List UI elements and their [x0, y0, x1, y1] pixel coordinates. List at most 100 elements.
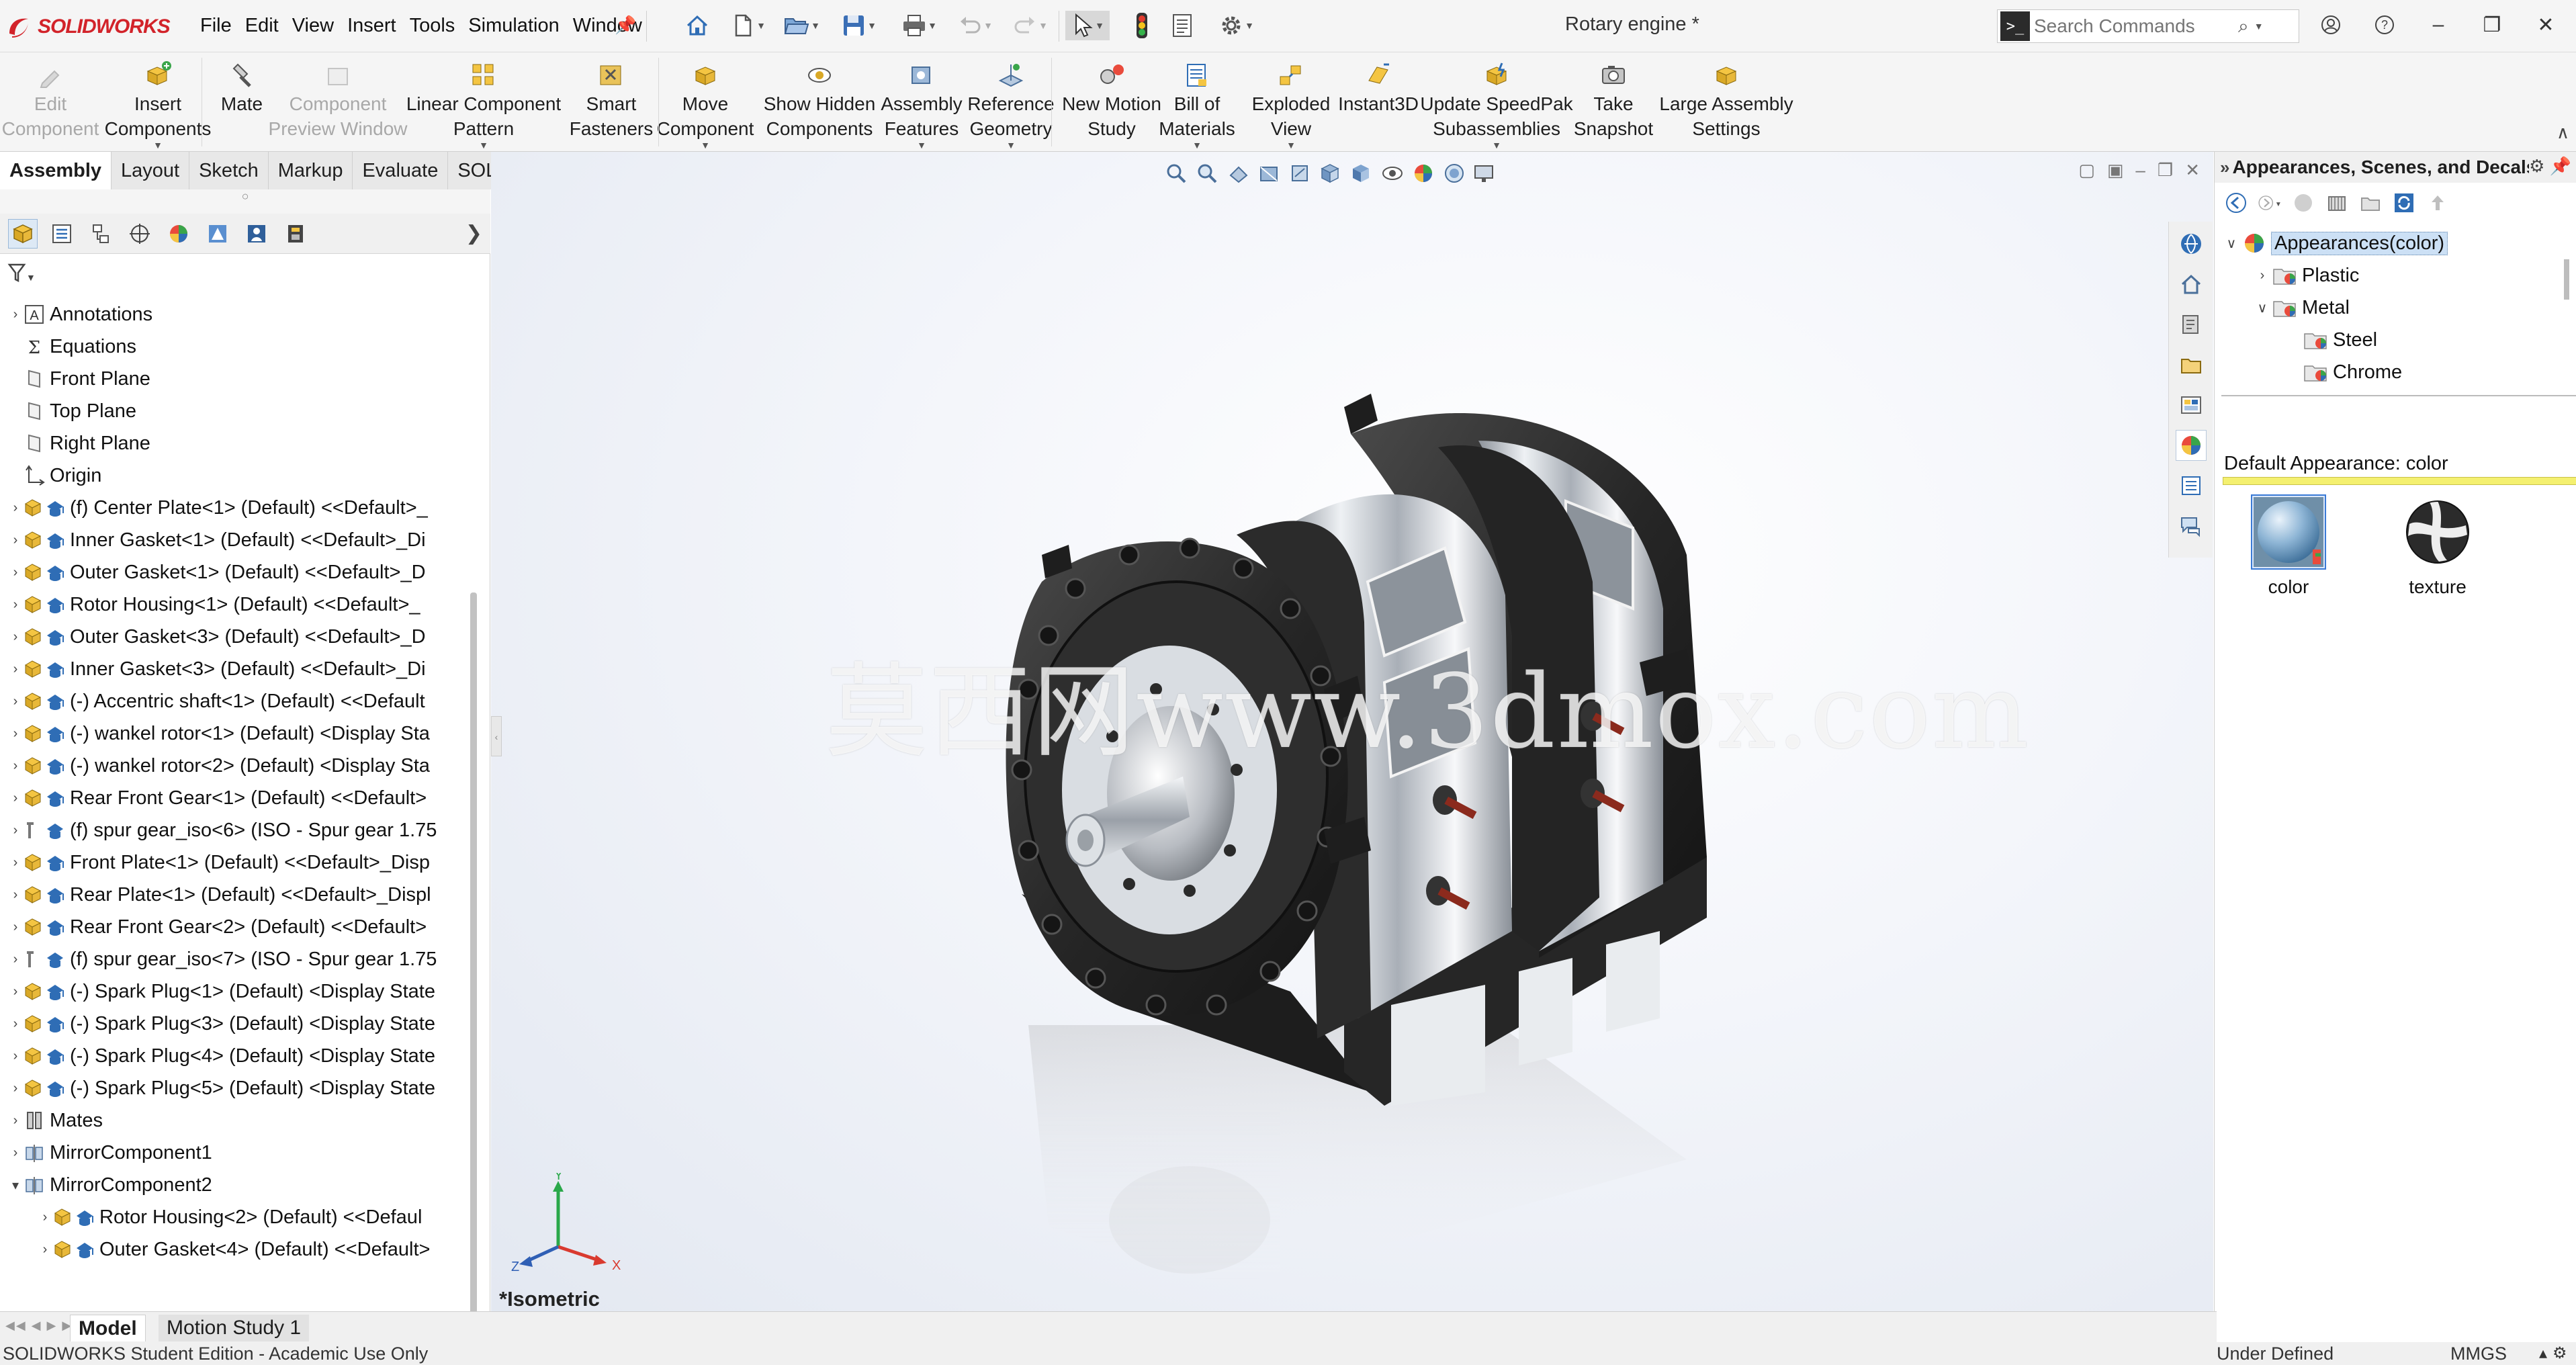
menu-file[interactable]: File: [193, 12, 238, 40]
hide-show-items-icon[interactable]: [1379, 160, 1406, 187]
new-document-icon[interactable]: ▼: [725, 11, 770, 40]
solidworks-resources-icon[interactable]: [2176, 228, 2207, 259]
view-settings-icon[interactable]: [1472, 160, 1499, 187]
view-orientation-icon[interactable]: [1317, 160, 1344, 187]
user-account-icon[interactable]: [2311, 8, 2351, 42]
tree-item[interactable]: ▾ MirrorComponent2: [8, 1169, 212, 1201]
command-dropdown-icon[interactable]: ▼: [479, 140, 488, 150]
tab-sketch[interactable]: Sketch: [189, 152, 269, 189]
command-preview-window[interactable]: Component Preview Window: [269, 52, 407, 152]
display-style-icon[interactable]: [1348, 160, 1375, 187]
bottom-tab-model[interactable]: Model: [70, 1315, 146, 1341]
viewport-restore-icon[interactable]: ❐: [2158, 160, 2173, 181]
status-settings-icon[interactable]: ⚙: [2552, 1344, 2567, 1363]
search-commands[interactable]: >_ ⌕ ▼: [1997, 9, 2299, 43]
file-properties-icon[interactable]: [1169, 11, 1196, 40]
appearance-tree-item[interactable]: ∨ Metal: [2252, 292, 2350, 324]
command-dropdown-icon[interactable]: ▼: [701, 140, 710, 150]
forum-icon[interactable]: [2176, 511, 2207, 541]
swatch-texture[interactable]: texture: [2391, 494, 2485, 598]
tree-item[interactable]: › (f) spur gear_iso<7> (ISO - Spur gear 1…: [8, 943, 437, 975]
command-dropdown-icon[interactable]: ▼: [1286, 140, 1296, 150]
help-icon[interactable]: ?: [2364, 8, 2405, 42]
forward-icon[interactable]: ▼: [2258, 191, 2282, 215]
edit-appearance-icon[interactable]: [1410, 160, 1437, 187]
expand-arrow-icon[interactable]: ›: [8, 597, 23, 613]
tree-item[interactable]: ›Inner Gasket<4> (Default) <<Default>: [38, 1266, 426, 1273]
expand-arrow-icon[interactable]: ∨: [2221, 235, 2241, 252]
tree-item[interactable]: › MirrorComponent1: [8, 1137, 212, 1169]
tab-layout[interactable]: Layout: [112, 152, 190, 189]
tree-item[interactable]: › Rear Plate<1> (Default) <<Default>_Disp…: [8, 879, 431, 911]
command-linear-pattern[interactable]: Linear Component Pattern ▼: [403, 52, 564, 152]
tree-item[interactable]: › (-) wankel rotor<1> (Default) <Display …: [8, 717, 430, 750]
restore-window-icon[interactable]: ❐: [2472, 8, 2512, 42]
back-icon[interactable]: [2224, 191, 2248, 215]
expand-arrow-icon[interactable]: ›: [8, 984, 23, 1000]
custom-properties-icon[interactable]: [2176, 470, 2207, 501]
menu-insert[interactable]: Insert: [341, 12, 403, 40]
tree-item[interactable]: › Inner Gasket<1> (Default) <<Default>_Di: [8, 524, 426, 556]
panel-splitter[interactable]: ○: [0, 189, 490, 214]
viewport-split-icon[interactable]: ▣: [2107, 160, 2124, 181]
expand-arrow-icon[interactable]: ›: [8, 1145, 23, 1161]
command-dropdown-icon[interactable]: ▼: [153, 140, 163, 150]
tree-item[interactable]: Top Plane: [8, 395, 136, 427]
tree-item[interactable]: Front Plane: [8, 363, 150, 395]
tree-item[interactable]: › (-) Spark Plug<1> (Default) <Display St…: [8, 975, 435, 1008]
menu-view[interactable]: View: [285, 12, 341, 40]
options-gear-icon[interactable]: ▼: [1209, 11, 1263, 40]
tree-item[interactable]: › Rotor Housing<2> (Default) <<Defaul: [38, 1201, 423, 1233]
search-dropdown-icon[interactable]: ▼: [2254, 21, 2264, 32]
expand-arrow-icon[interactable]: ›: [8, 1113, 23, 1129]
search-icon[interactable]: ⌕: [2238, 15, 2249, 38]
tree-item[interactable]: › (-) Spark Plug<4> (Default) <Display St…: [8, 1040, 435, 1072]
expand-arrow-icon[interactable]: ›: [8, 662, 23, 677]
minimize-window-icon[interactable]: –: [2418, 8, 2458, 42]
tree-item[interactable]: › Mates: [8, 1104, 103, 1137]
viewport-tile-icon[interactable]: ▢: [2078, 160, 2095, 181]
expand-arrow-icon[interactable]: ›: [8, 1049, 23, 1064]
open-folder-icon[interactable]: ▼: [779, 11, 824, 40]
appearance-tree-item[interactable]: › Plastic: [2252, 259, 2360, 292]
solidworks-logo[interactable]: SOLIDWORKS: [5, 13, 171, 40]
display-manager-tab-icon[interactable]: [164, 219, 193, 249]
appearance-tree-scrollbar[interactable]: [2564, 259, 2569, 300]
expand-panel-icon[interactable]: ❯: [465, 222, 482, 245]
rebuild-traffic-light-icon[interactable]: [1128, 11, 1155, 40]
tree-item[interactable]: › Front Plate<1> (Default) <<Default>_Dis…: [8, 846, 430, 879]
collapse-ribbon-icon[interactable]: ∧: [2557, 122, 2569, 143]
add-folder-icon[interactable]: [2358, 191, 2383, 215]
expand-arrow-icon[interactable]: ›: [8, 887, 23, 903]
tree-scrollbar[interactable]: [470, 592, 477, 1365]
command-edit-component[interactable]: Edit Component: [0, 52, 101, 152]
filter-icon[interactable]: ▼: [7, 262, 36, 290]
configuration-manager-tab-icon[interactable]: [86, 219, 116, 249]
cam-feature-tree-tab-icon[interactable]: [203, 219, 232, 249]
tree-item[interactable]: › Rear Front Gear<1> (Default) <<Default>: [8, 782, 427, 814]
tree-item[interactable]: › (-) Spark Plug<3> (Default) <Display St…: [8, 1008, 435, 1040]
menu-window[interactable]: Window: [566, 12, 649, 40]
tree-item[interactable]: › Inner Gasket<3> (Default) <<Default>_Di: [8, 653, 426, 685]
expand-arrow-icon[interactable]: ›: [8, 952, 23, 967]
swatch-color[interactable]: color: [2241, 494, 2336, 598]
appearance-tree-item[interactable]: ∨ Appearances(color): [2221, 227, 2448, 259]
appearances-scenes-decals-icon[interactable]: [2176, 430, 2207, 461]
panel-pin-icon[interactable]: ⚙ 📌: [2529, 156, 2571, 177]
command-new-motion-study[interactable]: New Motion Study: [1058, 52, 1165, 152]
expand-arrow-icon[interactable]: ›: [8, 307, 23, 322]
tree-item[interactable]: › Rear Front Gear<2> (Default) <<Default>: [8, 911, 427, 943]
command-dropdown-icon[interactable]: ▼: [1192, 140, 1202, 150]
tab-evaluate[interactable]: Evaluate: [353, 152, 449, 189]
view-palette-icon[interactable]: [2176, 390, 2207, 421]
file-explorer-icon[interactable]: [2176, 309, 2207, 340]
tree-item[interactable]: Origin: [8, 459, 101, 492]
tree-item[interactable]: › (f) spur gear_iso<6> (ISO - Spur gear 1…: [8, 814, 437, 846]
tree-item[interactable]: › Rotor Housing<1> (Default) <<Default>_: [8, 588, 420, 621]
command-bill-of-materials[interactable]: Bill of Materials ▼: [1157, 52, 1237, 152]
save-icon[interactable]: ▼: [836, 11, 881, 40]
tree-item[interactable]: › Outer Gasket<3> (Default) <<Default>_D: [8, 621, 426, 653]
command-exploded-view[interactable]: Exploded View ▼: [1247, 52, 1335, 152]
command-large-assembly[interactable]: Large Assembly Settings: [1659, 52, 1793, 152]
tree-item[interactable]: › (f) Center Plate<1> (Default) <<Default…: [8, 492, 428, 524]
